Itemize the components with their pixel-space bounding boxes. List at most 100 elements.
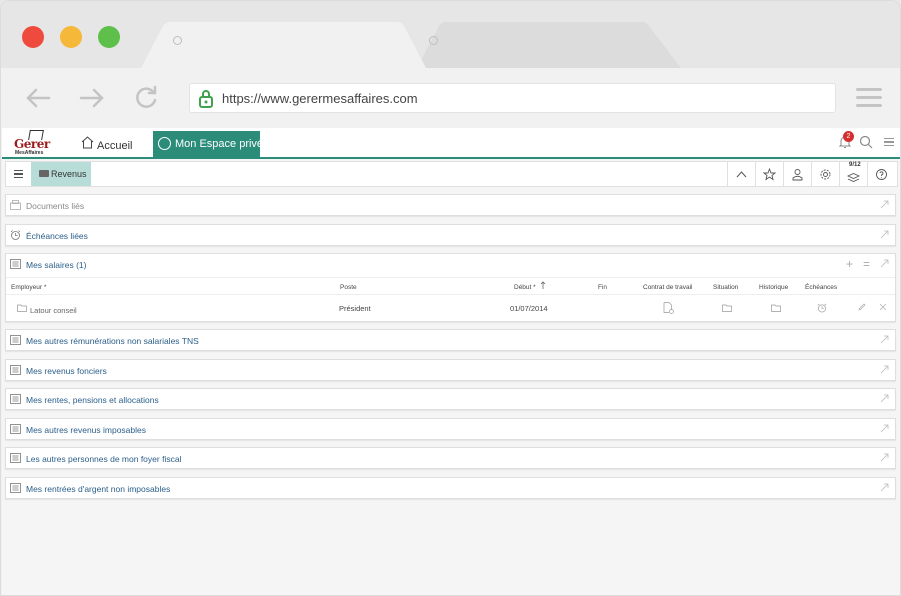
- share-button[interactable]: [783, 162, 811, 186]
- favorite-button[interactable]: [755, 162, 783, 186]
- add-icon[interactable]: +: [846, 257, 853, 271]
- panel-salaires: Mes salaires (1) + = Employeur * Poste D…: [5, 253, 896, 322]
- list-icon: [10, 335, 21, 345]
- list-icon: [10, 453, 21, 463]
- back-arrow-icon[interactable]: [24, 84, 52, 112]
- expand-icon[interactable]: [880, 453, 889, 462]
- delete-x-icon[interactable]: [879, 303, 887, 311]
- home-icon: [81, 136, 94, 149]
- layers-icon: [847, 172, 860, 182]
- reorder-icon[interactable]: =: [863, 257, 870, 271]
- user-circle-icon: [158, 137, 171, 150]
- expand-icon[interactable]: [880, 394, 889, 403]
- lock-icon: [199, 90, 213, 108]
- close-window-button[interactable]: [22, 26, 44, 48]
- web-app: Gerer MesAffaires Accueil Mon Espace pri…: [2, 128, 900, 595]
- cell-debut: 01/07/2014: [510, 304, 548, 313]
- folder-icon[interactable]: [771, 303, 781, 313]
- expand-icon[interactable]: [880, 230, 889, 239]
- nav-private-label: Mon Espace privé: [175, 138, 264, 150]
- panel-title: Mes autres revenus imposables: [26, 425, 147, 435]
- layers-button[interactable]: 9/12: [839, 162, 867, 186]
- sort-ascending-icon[interactable]: [540, 281, 546, 290]
- tab-revenus[interactable]: Revenus: [31, 162, 91, 186]
- edit-pencil-icon[interactable]: [858, 303, 866, 311]
- settings-button[interactable]: [811, 162, 839, 186]
- documents-icon: [10, 200, 21, 210]
- expand-icon[interactable]: [880, 424, 889, 433]
- alarm-icon: [10, 230, 21, 240]
- layers-counter: 9/12: [849, 162, 861, 168]
- tab-favicon-icon: [173, 36, 182, 45]
- list-icon: [10, 365, 21, 375]
- notification-badge: 2: [843, 131, 854, 142]
- address-url: https://www.gerermesaffaires.com: [222, 91, 418, 106]
- column-situation[interactable]: Situation: [713, 284, 738, 291]
- expand-icon[interactable]: [880, 335, 889, 344]
- panel-rentes[interactable]: Mes rentes, pensions et allocations: [5, 388, 896, 410]
- collapse-button[interactable]: [727, 162, 755, 186]
- expand-icon[interactable]: [880, 259, 889, 268]
- panel-title: Échéances liées: [26, 231, 88, 241]
- column-poste[interactable]: Poste: [340, 284, 357, 291]
- panel-tns[interactable]: Mes autres rémunérations non salariales …: [5, 329, 896, 351]
- expand-icon[interactable]: [880, 200, 889, 209]
- star-icon: [763, 167, 776, 181]
- panel-fonciers[interactable]: Mes revenus fonciers: [5, 359, 896, 381]
- section-toolbar: Revenus 9/12: [5, 161, 898, 187]
- table-row[interactable]: Latour conseil Président 01/07/2014: [6, 296, 895, 322]
- list-icon: [10, 424, 21, 434]
- forward-arrow-icon[interactable]: [78, 84, 106, 112]
- app-logo[interactable]: Gerer MesAffaires: [12, 130, 52, 158]
- cell-poste: Président: [339, 304, 371, 313]
- panel-non-imposables[interactable]: Mes rentrées d'argent non imposables: [5, 477, 896, 499]
- maximize-window-button[interactable]: [98, 26, 120, 48]
- document-attach-icon[interactable]: [663, 302, 675, 314]
- panel-title: Mes autres rémunérations non salariales …: [26, 336, 199, 346]
- panel-title: Mes rentrées d'argent non imposables: [26, 484, 171, 494]
- help-icon: [876, 168, 887, 180]
- browser-menu-icon[interactable]: [856, 88, 882, 108]
- column-echeances[interactable]: Échéances: [805, 284, 837, 291]
- panel-title: Mes revenus fonciers: [26, 366, 107, 376]
- panel-foyer[interactable]: Les autres personnes de mon foyer fiscal: [5, 447, 896, 469]
- column-debut[interactable]: Début *: [514, 284, 536, 291]
- cell-employeur: Latour conseil: [30, 306, 77, 315]
- gear-icon: [820, 169, 831, 179]
- panel-imposables[interactable]: Mes autres revenus imposables: [5, 418, 896, 440]
- column-fin[interactable]: Fin: [598, 284, 607, 291]
- chevron-up-icon: [736, 170, 747, 177]
- expand-icon[interactable]: [880, 483, 889, 492]
- browser-window: https://www.gerermesaffaires.com Gerer M…: [0, 0, 901, 596]
- address-bar[interactable]: https://www.gerermesaffaires.com: [189, 83, 836, 113]
- table-header: Employeur * Poste Début * Fin Contrat de…: [6, 277, 895, 295]
- column-contrat[interactable]: Contrat de travail: [643, 284, 693, 291]
- nav-home-label: Accueil: [97, 140, 133, 152]
- panel-title: Les autres personnes de mon foyer fiscal: [26, 454, 182, 464]
- tab-favicon-icon: [429, 36, 438, 45]
- folder-icon: [17, 304, 27, 312]
- column-employeur[interactable]: Employeur *: [11, 284, 46, 291]
- logo-text: Gerer: [14, 137, 50, 151]
- help-button[interactable]: [867, 162, 895, 186]
- app-menu-icon[interactable]: [884, 138, 894, 148]
- column-historique[interactable]: Historique: [759, 284, 788, 291]
- minimize-window-button[interactable]: [60, 26, 82, 48]
- panel-documents[interactable]: Documents liés: [5, 194, 896, 216]
- panel-title: Documents liés: [26, 201, 85, 211]
- search-icon[interactable]: [859, 135, 873, 149]
- list-icon: [10, 259, 21, 269]
- reload-icon[interactable]: [132, 84, 160, 112]
- alarm-icon[interactable]: [817, 303, 827, 313]
- folder-icon: [39, 170, 49, 177]
- browser-tab-shapes: [141, 22, 681, 68]
- user-icon: [792, 168, 803, 180]
- folder-icon[interactable]: [722, 303, 732, 313]
- expand-icon[interactable]: [880, 365, 889, 374]
- nav-private-space[interactable]: Mon Espace privé: [153, 131, 264, 157]
- hamburger-icon[interactable]: [14, 170, 23, 180]
- panel-echeances[interactable]: Échéances liées: [5, 224, 896, 246]
- list-icon: [10, 483, 21, 493]
- panel-title[interactable]: Mes salaires (1): [26, 260, 86, 270]
- tab-revenus-label: Revenus: [51, 169, 87, 179]
